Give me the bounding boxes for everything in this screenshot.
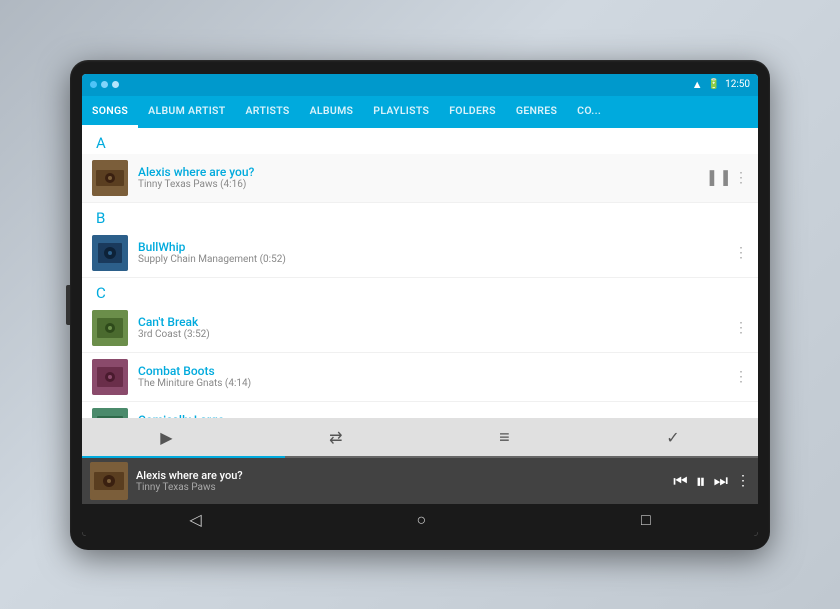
notification-dot-1 bbox=[90, 81, 97, 88]
shuffle-button[interactable]: ⇄ bbox=[319, 424, 352, 451]
song-thumbnail bbox=[92, 408, 128, 418]
section-header-b: B bbox=[82, 203, 758, 229]
song-info: Comically Large The Afternoon delights (… bbox=[138, 413, 734, 418]
playback-controls: ⏮ ⏸ ⏭ ⋮ bbox=[673, 469, 750, 493]
song-meta: The Miniture Gnats (4:14) bbox=[138, 378, 734, 389]
song-meta: Tinny Texas Paws (4:16) bbox=[138, 179, 710, 190]
tablet-device: ▲ 🔋 12:50 SONGS ALBUM ARTIST ARTISTS ALB… bbox=[70, 60, 770, 550]
more-options-icon[interactable]: ⋮ bbox=[734, 320, 748, 336]
check-button[interactable]: ✓ bbox=[656, 424, 689, 451]
controls-bar: ▶ ⇄ ≡ ✓ bbox=[82, 418, 758, 458]
previous-button[interactable]: ⏮ bbox=[673, 471, 687, 491]
progress-bar bbox=[82, 456, 758, 458]
song-row[interactable]: Comically Large The Afternoon delights (… bbox=[82, 402, 758, 418]
song-row[interactable]: Can't Break 3rd Coast (3:52) ⋮ bbox=[82, 304, 758, 353]
tab-artists[interactable]: ARTISTS bbox=[236, 96, 300, 128]
song-actions: ⋮ bbox=[734, 245, 748, 261]
tablet-screen: ▲ 🔋 12:50 SONGS ALBUM ARTIST ARTISTS ALB… bbox=[82, 74, 758, 536]
now-playing-artist: Tinny Texas Paws bbox=[136, 482, 665, 493]
now-playing-info: Alexis where are you? Tinny Texas Paws bbox=[136, 469, 665, 493]
song-title: Can't Break bbox=[138, 315, 734, 329]
tab-playlists[interactable]: PLAYLISTS bbox=[363, 96, 439, 128]
tab-com[interactable]: CO... bbox=[567, 96, 611, 128]
more-options-icon[interactable]: ⋮ bbox=[734, 369, 748, 385]
song-thumbnail bbox=[92, 310, 128, 346]
song-title: Combat Boots bbox=[138, 364, 734, 378]
np-more-button[interactable]: ⋮ bbox=[736, 473, 750, 489]
section-header-c: C bbox=[82, 278, 758, 304]
section-header-a: A bbox=[82, 128, 758, 154]
song-thumbnail bbox=[92, 160, 128, 196]
now-playing-thumbnail bbox=[90, 462, 128, 500]
tab-genres[interactable]: GENRES bbox=[506, 96, 567, 128]
play-button[interactable]: ▶ bbox=[150, 424, 182, 451]
song-info: BullWhip Supply Chain Management (0:52) bbox=[138, 240, 734, 265]
notification-dot-3 bbox=[112, 81, 119, 88]
song-actions: ⋮ bbox=[734, 320, 748, 336]
song-meta: Supply Chain Management (0:52) bbox=[138, 254, 734, 265]
tab-albums[interactable]: ALBUMS bbox=[300, 96, 364, 128]
song-actions: ⋮ bbox=[734, 369, 748, 385]
song-row[interactable]: Combat Boots The Miniture Gnats (4:14) ⋮ bbox=[82, 353, 758, 402]
tab-songs[interactable]: SONGS bbox=[82, 96, 138, 128]
status-right-area: ▲ 🔋 12:50 bbox=[692, 78, 750, 91]
song-meta: 3rd Coast (3:52) bbox=[138, 329, 734, 340]
clock: 12:50 bbox=[725, 79, 750, 90]
song-title: Alexis where are you? bbox=[138, 165, 710, 179]
song-info: Can't Break 3rd Coast (3:52) bbox=[138, 315, 734, 340]
progress-fill bbox=[82, 456, 285, 458]
song-row[interactable]: BullWhip Supply Chain Management (0:52) … bbox=[82, 229, 758, 278]
song-row[interactable]: Alexis where are you? Tinny Texas Paws (… bbox=[82, 154, 758, 203]
song-actions: ▌▐ ⋮ bbox=[710, 170, 748, 186]
notification-dot-2 bbox=[101, 81, 108, 88]
battery-icon: 🔋 bbox=[708, 79, 720, 90]
volume-button[interactable] bbox=[66, 285, 70, 325]
now-playing-title: Alexis where are you? bbox=[136, 469, 665, 482]
song-info: Alexis where are you? Tinny Texas Paws (… bbox=[138, 165, 710, 190]
song-info: Combat Boots The Miniture Gnats (4:14) bbox=[138, 364, 734, 389]
home-button[interactable]: ○ bbox=[416, 510, 426, 530]
tab-bar: SONGS ALBUM ARTIST ARTISTS ALBUMS PLAYLI… bbox=[82, 96, 758, 128]
equalizer-icon: ▌▐ bbox=[710, 170, 728, 186]
song-thumbnail bbox=[92, 235, 128, 271]
status-bar: ▲ 🔋 12:50 bbox=[82, 74, 758, 96]
status-icons bbox=[90, 81, 119, 88]
navigation-bar: ◁ ○ □ bbox=[82, 504, 758, 536]
tab-album-artist[interactable]: ALBUM ARTIST bbox=[138, 96, 235, 128]
pause-button[interactable]: ⏸ bbox=[696, 469, 706, 493]
song-thumbnail bbox=[92, 359, 128, 395]
song-title: BullWhip bbox=[138, 240, 734, 254]
recents-button[interactable]: □ bbox=[641, 510, 651, 530]
song-list: A Alexis where are you? Tinny Texas Paws… bbox=[82, 128, 758, 418]
tab-folders[interactable]: FOLDERS bbox=[439, 96, 506, 128]
more-options-icon[interactable]: ⋮ bbox=[734, 245, 748, 261]
wifi-icon: ▲ bbox=[692, 78, 703, 91]
filter-button[interactable]: ≡ bbox=[489, 423, 520, 452]
now-playing-bar: Alexis where are you? Tinny Texas Paws ⏮… bbox=[82, 458, 758, 504]
next-button[interactable]: ⏭ bbox=[714, 471, 728, 491]
more-options-icon[interactable]: ⋮ bbox=[734, 170, 748, 186]
song-title: Comically Large bbox=[138, 413, 734, 418]
back-button[interactable]: ◁ bbox=[189, 510, 201, 529]
